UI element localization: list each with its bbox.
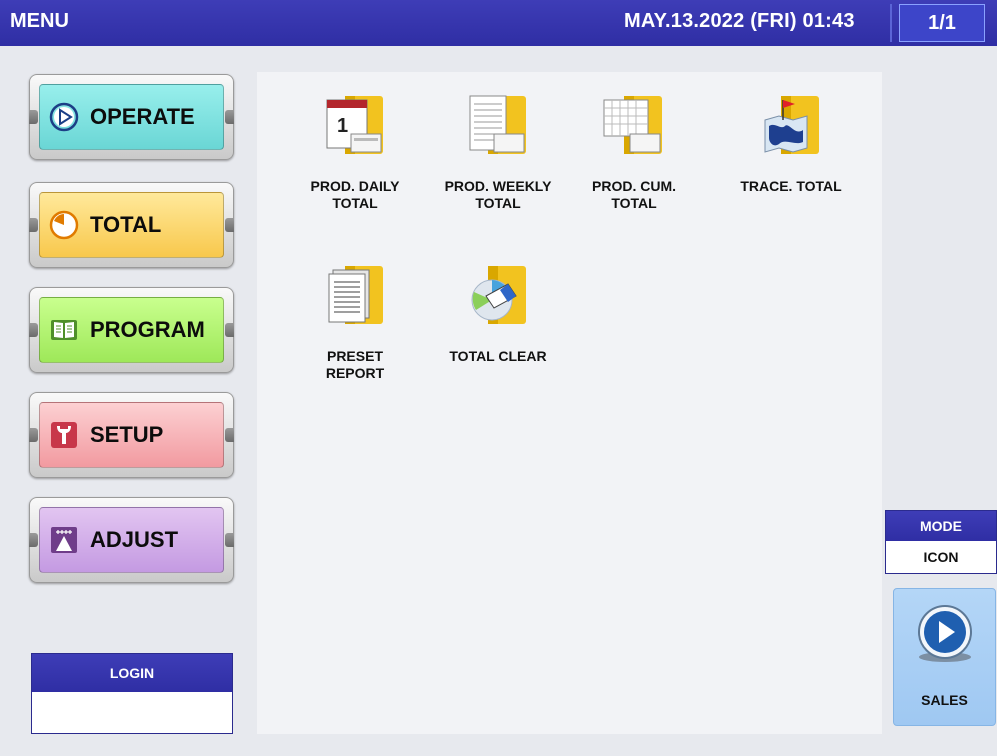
cumulative-calendar-icon [603,96,662,154]
setup-label: SETUP [90,422,164,447]
button-tab-right [225,323,234,337]
total-menu-panel: 1 PROD. DAILY TOTAL PROD. WEEKLY TOTAL P… [257,72,882,734]
total-label: TOTAL [90,212,162,237]
operate-face[interactable]: OPERATE [39,84,224,150]
adjust-button[interactable]: ADJUST [29,497,234,583]
adjust-face[interactable]: ADJUST [39,507,224,573]
eraser-clear-icon [471,266,526,324]
sales-label: SALES [921,692,968,708]
button-tab-right [225,533,234,547]
button-tab-left [29,428,38,442]
wrench-icon [51,422,77,448]
setup-face[interactable]: SETUP [39,402,224,468]
tile-label: PROD. CUM. TOTAL [592,178,676,211]
tile-trace-total[interactable]: TRACE. TOTAL [726,72,856,212]
pie-timer-icon [49,210,79,240]
tile-label: TOTAL CLEAR [449,348,547,364]
page-indicator: 1/1 [899,4,985,42]
program-button[interactable]: PROGRAM [29,287,234,373]
button-tab-left [29,110,38,124]
adjust-label: ADJUST [90,527,179,552]
button-tab-right [225,218,234,232]
page-title: MENU [10,10,69,32]
date-time-display: MAY.13.2022 (FRI) 01:43 [624,10,855,32]
login-panel[interactable]: LOGIN [31,653,233,734]
page-divider [890,4,892,42]
setup-button[interactable]: SETUP [29,392,234,478]
button-tab-left [29,218,38,232]
tile-label: TRACE. TOTAL [740,178,842,194]
operate-button[interactable]: OPERATE [29,74,234,160]
mode-value: ICON [923,549,959,565]
tile-label: PROD. DAILY TOTAL [310,178,400,211]
tile-prod-weekly-total[interactable]: PROD. WEEKLY TOTAL [433,72,563,212]
tile-total-clear[interactable]: TOTAL CLEAR [433,242,563,382]
button-tab-left [29,323,38,337]
mode-toggle[interactable]: MODE ICON [885,510,997,574]
daily-calendar-icon: 1 [326,96,383,154]
operate-label: OPERATE [90,104,195,129]
tile-label: PRESET REPORT [325,348,385,381]
trace-map-icon [764,96,819,154]
program-face[interactable]: PROGRAM [39,297,224,363]
tile-label: PROD. WEEKLY TOTAL [444,178,552,211]
open-book-icon [51,320,77,340]
button-tab-right [225,110,234,124]
program-label: PROGRAM [90,317,205,342]
sales-button[interactable]: SALES [893,588,996,726]
total-button[interactable]: TOTAL [29,182,234,268]
play-circle-icon [49,102,79,132]
tile-preset-report[interactable]: PRESET REPORT [290,242,420,382]
total-face[interactable]: TOTAL [39,192,224,258]
report-document-icon [328,266,383,324]
svg-text:1: 1 [337,115,348,137]
scale-gauge-icon [51,527,77,553]
play-circle-icon [918,605,972,662]
mode-header: MODE [886,511,996,541]
weekly-calendar-icon [469,95,526,154]
login-header: LOGIN [32,654,232,692]
tile-prod-cum-total[interactable]: PROD. CUM. TOTAL [569,72,699,212]
button-tab-right [225,428,234,442]
header-bar: MENU MAY.13.2022 (FRI) 01:43 1/1 [0,0,997,46]
tile-prod-daily-total[interactable]: 1 PROD. DAILY TOTAL [290,72,420,212]
button-tab-left [29,533,38,547]
